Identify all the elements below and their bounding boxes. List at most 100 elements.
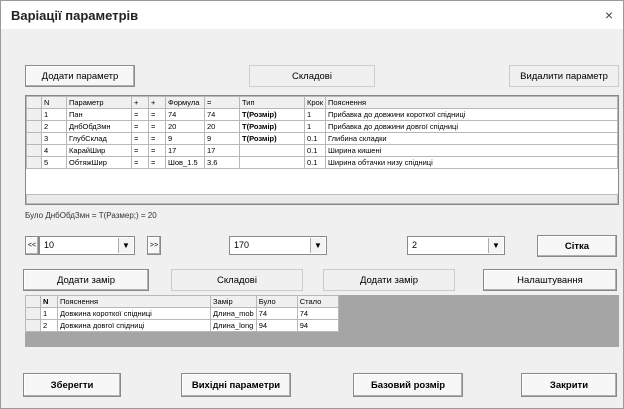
size-combo[interactable]: 10 ▼ bbox=[39, 236, 135, 255]
parameter-cell[interactable]: Пан bbox=[66, 108, 132, 121]
parameter-cell[interactable]: 1 bbox=[41, 108, 67, 121]
parameter-cell[interactable]: 9 bbox=[165, 132, 205, 145]
parameter-cell[interactable]: 1 bbox=[304, 120, 326, 133]
add-measure-button-2[interactable]: Додати замір bbox=[323, 269, 455, 291]
parameter-row[interactable]: 5 ОбтяжШир = = Шов_1.5 3.6 0.1 Ширина обтачки н… bbox=[26, 156, 618, 169]
close-icon[interactable]: × bbox=[605, 7, 613, 23]
measure-cell[interactable]: 74 bbox=[296, 307, 339, 320]
parameter-cell[interactable]: 20 bbox=[165, 120, 205, 133]
measure-row[interactable]: 1 Довжина короткої спідниці Длина_mob 74 74 bbox=[25, 307, 339, 320]
parameter-cell[interactable]: 74 bbox=[165, 108, 205, 121]
parameter-cell[interactable]: Глибина складки bbox=[325, 132, 618, 145]
close-button[interactable]: Закрити bbox=[521, 373, 617, 397]
parameter-cell[interactable]: Ширина обтачки низу спідниці bbox=[325, 156, 618, 169]
parameter-cell[interactable]: = bbox=[148, 156, 166, 169]
parameter-cell[interactable]: 3.6 bbox=[204, 156, 240, 169]
parameter-cell[interactable]: Прибавка до довжини короткої спідниці bbox=[325, 108, 618, 121]
row-header[interactable] bbox=[26, 120, 42, 133]
parameter-cell[interactable]: ГлубСклад bbox=[66, 132, 132, 145]
parameter-cell[interactable]: 9 bbox=[204, 132, 240, 145]
add-parameter-button[interactable]: Додати параметр bbox=[25, 65, 135, 87]
row-header[interactable] bbox=[26, 132, 42, 145]
parameter-cell[interactable]: 2 bbox=[41, 120, 67, 133]
height-combo[interactable]: 170 ▼ bbox=[229, 236, 327, 255]
add-measure-button[interactable]: Додати замір bbox=[23, 269, 149, 291]
parameter-row[interactable]: 4 КарайШир = = 17 17 0.1 Ширина кишені bbox=[26, 144, 618, 157]
parameter-cell[interactable]: T(Розмір) bbox=[239, 120, 305, 133]
parameter-cell[interactable]: = bbox=[148, 144, 166, 157]
base-size-button[interactable]: Базовий розмір bbox=[353, 373, 463, 397]
components-button-bottom[interactable]: Складові bbox=[171, 269, 303, 291]
col-header-plus1: + bbox=[131, 96, 149, 109]
fullness-combo[interactable]: 2 ▼ bbox=[407, 236, 505, 255]
measure-cell[interactable]: 1 bbox=[40, 307, 58, 320]
parameter-cell[interactable]: ОбтяжШир bbox=[66, 156, 132, 169]
dialog-title: Варіації параметрів bbox=[11, 8, 139, 23]
settings-button[interactable]: Налаштування bbox=[483, 269, 617, 291]
input-parameters-button[interactable]: Вихідні параметри bbox=[181, 373, 291, 397]
parameter-cell[interactable]: 17 bbox=[165, 144, 205, 157]
parameter-cell[interactable]: Ширина кишені bbox=[325, 144, 618, 157]
measure-cell[interactable]: 94 bbox=[296, 319, 339, 332]
prev-button[interactable]: << bbox=[25, 236, 39, 255]
row-header[interactable] bbox=[26, 156, 42, 169]
size-combo-chevron-icon[interactable]: ▼ bbox=[118, 238, 133, 253]
height-combo-value: 170 bbox=[234, 240, 250, 250]
parameter-cell[interactable]: Прибавка до довжини довгої спідниці bbox=[325, 120, 618, 133]
measure-cell[interactable]: Довжина короткої спідниці bbox=[57, 307, 211, 320]
measures-grid[interactable]: N Пояснення Замір Було Стало 1 Довжина ко… bbox=[25, 295, 381, 347]
measures-header-row: N Пояснення Замір Було Стало bbox=[25, 295, 339, 308]
parameter-cell[interactable]: КарайШир bbox=[66, 144, 132, 157]
parameter-cell[interactable]: = bbox=[131, 120, 149, 133]
measure-cell[interactable]: Длина_mob bbox=[210, 307, 257, 320]
parameter-cell[interactable]: 74 bbox=[204, 108, 240, 121]
parameters-grid[interactable]: N Параметр + + Формула = Тип Крок Поясне… bbox=[25, 95, 619, 205]
parameter-cell[interactable]: = bbox=[131, 132, 149, 145]
parameter-cell[interactable]: = bbox=[148, 120, 166, 133]
parameter-row[interactable]: 3 ГлубСклад = = 9 9 T(Розмір) 0.1 Глибина складк… bbox=[26, 132, 618, 145]
parameter-cell[interactable]: = bbox=[131, 156, 149, 169]
height-combo-chevron-icon[interactable]: ▼ bbox=[310, 238, 325, 253]
measure-cell[interactable]: 74 bbox=[255, 307, 298, 320]
parameter-cell[interactable]: 0.1 bbox=[304, 144, 326, 157]
parameter-cell[interactable]: 0.1 bbox=[304, 156, 326, 169]
parameter-cell[interactable]: 0.1 bbox=[304, 132, 326, 145]
parameter-cell[interactable]: 17 bbox=[204, 144, 240, 157]
grid-button[interactable]: Сітка bbox=[537, 235, 617, 257]
components-button-top[interactable]: Складові bbox=[249, 65, 375, 87]
parameter-cell[interactable]: T(Розмір) bbox=[239, 132, 305, 145]
col-header-step: Крок bbox=[304, 96, 326, 109]
measure-cell[interactable]: Длина_long bbox=[210, 319, 257, 332]
parameter-cell[interactable]: = bbox=[148, 132, 166, 145]
parameter-cell[interactable]: 4 bbox=[41, 144, 67, 157]
col-header-explanation: Пояснення bbox=[325, 96, 618, 109]
parameter-cell[interactable]: 1 bbox=[304, 108, 326, 121]
parameter-cell[interactable]: 20 bbox=[204, 120, 240, 133]
parameter-cell[interactable]: T(Розмір) bbox=[239, 108, 305, 121]
parameter-cell[interactable] bbox=[239, 144, 305, 157]
parameter-row[interactable]: 2 ДнбОбдЗмн = = 20 20 T(Розмір) 1 Прибавка до до… bbox=[26, 120, 618, 133]
delete-parameter-button[interactable]: Видалити параметр bbox=[509, 65, 619, 87]
parameter-cell[interactable]: 3 bbox=[41, 132, 67, 145]
measure-cell[interactable]: 2 bbox=[40, 319, 58, 332]
measure-row[interactable]: 2 Довжина довгої спідниці Длина_long 94 94 bbox=[25, 319, 339, 332]
parameter-row[interactable]: 1 Пан = = 74 74 T(Розмір) 1 Прибавка до довжини … bbox=[26, 108, 618, 121]
parameter-cell[interactable]: = bbox=[148, 108, 166, 121]
parameter-cell[interactable]: = bbox=[131, 144, 149, 157]
next-button[interactable]: >> bbox=[147, 236, 161, 255]
measure-row-header[interactable] bbox=[25, 307, 41, 320]
fullness-combo-chevron-icon[interactable]: ▼ bbox=[488, 238, 503, 253]
row-header[interactable] bbox=[26, 108, 42, 121]
m-col-header-became: Стало bbox=[296, 295, 339, 308]
measure-cell[interactable]: 94 bbox=[255, 319, 298, 332]
parameter-cell[interactable]: Шов_1.5 bbox=[165, 156, 205, 169]
parameter-cell[interactable] bbox=[239, 156, 305, 169]
save-button[interactable]: Зберегти bbox=[23, 373, 121, 397]
parameter-cell[interactable]: = bbox=[131, 108, 149, 121]
row-header[interactable] bbox=[26, 144, 42, 157]
measure-cell[interactable]: Довжина довгої спідниці bbox=[57, 319, 211, 332]
parameters-hscrollbar[interactable] bbox=[26, 194, 618, 204]
parameter-cell[interactable]: ДнбОбдЗмн bbox=[66, 120, 132, 133]
parameter-cell[interactable]: 5 bbox=[41, 156, 67, 169]
measure-row-header[interactable] bbox=[25, 319, 41, 332]
